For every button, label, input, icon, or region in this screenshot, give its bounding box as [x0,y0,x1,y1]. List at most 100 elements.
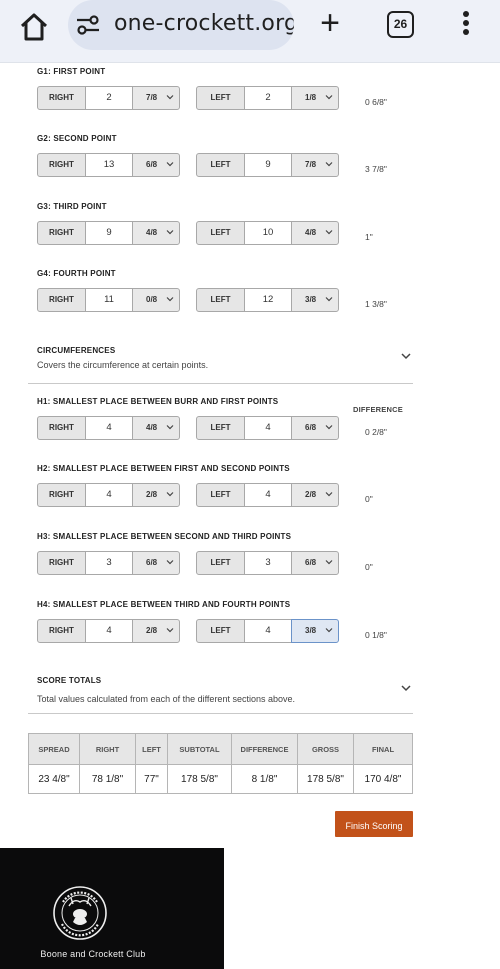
left-inches-input[interactable]: 3 [245,551,291,575]
left-fraction-select[interactable]: 3/8 [291,288,339,312]
left-inches-input[interactable]: 12 [245,288,291,312]
right-fraction-select[interactable]: 2/8 [132,619,180,643]
address-bar[interactable]: one-crockett.org [68,0,294,50]
right-inches-input[interactable]: 2 [86,86,132,110]
toolbar-divider [0,62,500,63]
left-inches-input[interactable]: 9 [245,153,291,177]
left-inches-input[interactable]: 4 [245,619,291,643]
difference-value: 0" [365,494,373,504]
left-measurement-group: LEFT 4 6/8 [196,416,339,440]
url-text[interactable]: one-crockett.org [114,11,294,36]
fraction-value: 6/8 [305,423,317,432]
difference-value: 0 6/8" [365,97,387,107]
right-measurement-group: RIGHT 2 7/8 [37,86,180,110]
home-icon[interactable] [18,11,50,43]
boone-crockett-logo[interactable] [51,884,109,942]
right-fraction-select[interactable]: 6/8 [132,153,180,177]
right-tag: RIGHT [37,288,86,312]
chevron-down-icon[interactable] [401,684,411,692]
right-fraction-select[interactable]: 6/8 [132,551,180,575]
right-tag: RIGHT [37,619,86,643]
left-fraction-select[interactable]: 7/8 [291,153,339,177]
left-fraction-select[interactable]: 4/8 [291,221,339,245]
right-tag: RIGHT [37,221,86,245]
chevron-down-icon [166,425,174,430]
right-inches-input[interactable]: 9 [86,221,132,245]
measurement-label: G3: THIRD POINT [37,202,107,211]
right-tag: RIGHT [37,86,86,110]
footer-club-name: Boone and Crockett Club [40,949,146,959]
fraction-value: 6/8 [146,160,158,169]
finish-scoring-label: Finish Scoring [345,821,403,831]
right-tag: RIGHT [37,153,86,177]
section-title: SCORE TOTALS [37,676,102,685]
measurement-label: H2: SMALLEST PLACE BETWEEN FIRST AND SEC… [37,464,290,473]
column-header: GROSS [297,733,354,765]
left-measurement-group: LEFT 2 1/8 [196,86,339,110]
left-inches-input[interactable]: 10 [245,221,291,245]
column-header: DIFFERENCE [231,733,298,765]
measurement-label: G1: FIRST POINT [37,67,106,76]
measurement-label: H4: SMALLEST PLACE BETWEEN THIRD AND FOU… [37,600,291,609]
chevron-down-icon [325,425,333,430]
right-inches-input[interactable]: 4 [86,416,132,440]
left-measurement-group: LEFT 4 3/8 [196,619,339,643]
chevron-down-icon [166,297,174,302]
right-fraction-select[interactable]: 4/8 [132,416,180,440]
left-tag: LEFT [196,86,245,110]
chevron-down-icon[interactable] [401,352,411,360]
right-measurement-group: RIGHT 4 2/8 [37,483,180,507]
left-fraction-select[interactable]: 3/8 [291,619,339,643]
left-fraction-select[interactable]: 2/8 [291,483,339,507]
table-row: 23 4/8" 78 1/8" 77" 178 5/8" 8 1/8" 178 5/8" 1… [28,764,413,794]
right-inches-input[interactable]: 4 [86,483,132,507]
right-inches-input[interactable]: 4 [86,619,132,643]
left-tag: LEFT [196,153,245,177]
chevron-down-icon [166,492,174,497]
finish-scoring-button[interactable]: Finish Scoring [335,811,413,837]
left-measurement-group: LEFT 10 4/8 [196,221,339,245]
tab-switcher-button[interactable]: 26 [387,11,414,38]
fraction-value: 4/8 [146,228,158,237]
left-tag: LEFT [196,221,245,245]
chevron-down-icon [166,95,174,100]
left-inches-input[interactable]: 4 [245,483,291,507]
left-tag: LEFT [196,288,245,312]
left-tag: LEFT [196,619,245,643]
right-fraction-select[interactable]: 4/8 [132,221,180,245]
fraction-value: 2/8 [305,490,317,499]
right-fraction-select[interactable]: 7/8 [132,86,180,110]
table-cell: 78 1/8" [79,764,136,794]
column-header: SPREAD [28,733,80,765]
right-tag: RIGHT [37,551,86,575]
right-inches-input[interactable]: 13 [86,153,132,177]
right-fraction-select[interactable]: 0/8 [132,288,180,312]
left-inches-input[interactable]: 2 [245,86,291,110]
new-tab-plus-icon[interactable]: + [314,6,346,40]
left-measurement-group: LEFT 9 7/8 [196,153,339,177]
difference-value: 3 7/8" [365,164,387,174]
section-description: Total values calculated from each of the… [37,694,295,704]
right-measurement-group: RIGHT 4 4/8 [37,416,180,440]
left-fraction-select[interactable]: 6/8 [291,416,339,440]
site-settings-icon[interactable] [76,14,100,36]
right-tag: RIGHT [37,483,86,507]
right-fraction-select[interactable]: 2/8 [132,483,180,507]
left-fraction-select[interactable]: 6/8 [291,551,339,575]
difference-value: 0 1/8" [365,630,387,640]
left-inches-input[interactable]: 4 [245,416,291,440]
left-fraction-select[interactable]: 1/8 [291,86,339,110]
column-header: SUBTOTAL [167,733,232,765]
chevron-down-icon [166,628,174,633]
right-measurement-group: RIGHT 13 6/8 [37,153,180,177]
right-inches-input[interactable]: 3 [86,551,132,575]
table-cell: 77" [135,764,168,794]
chevron-down-icon [166,560,174,565]
more-options-icon[interactable] [456,11,476,41]
fraction-value: 4/8 [305,228,317,237]
measurement-label: G4: FOURTH POINT [37,269,116,278]
chevron-down-icon [325,162,333,167]
right-inches-input[interactable]: 11 [86,288,132,312]
fraction-value: 0/8 [146,295,158,304]
fraction-value: 4/8 [146,423,158,432]
